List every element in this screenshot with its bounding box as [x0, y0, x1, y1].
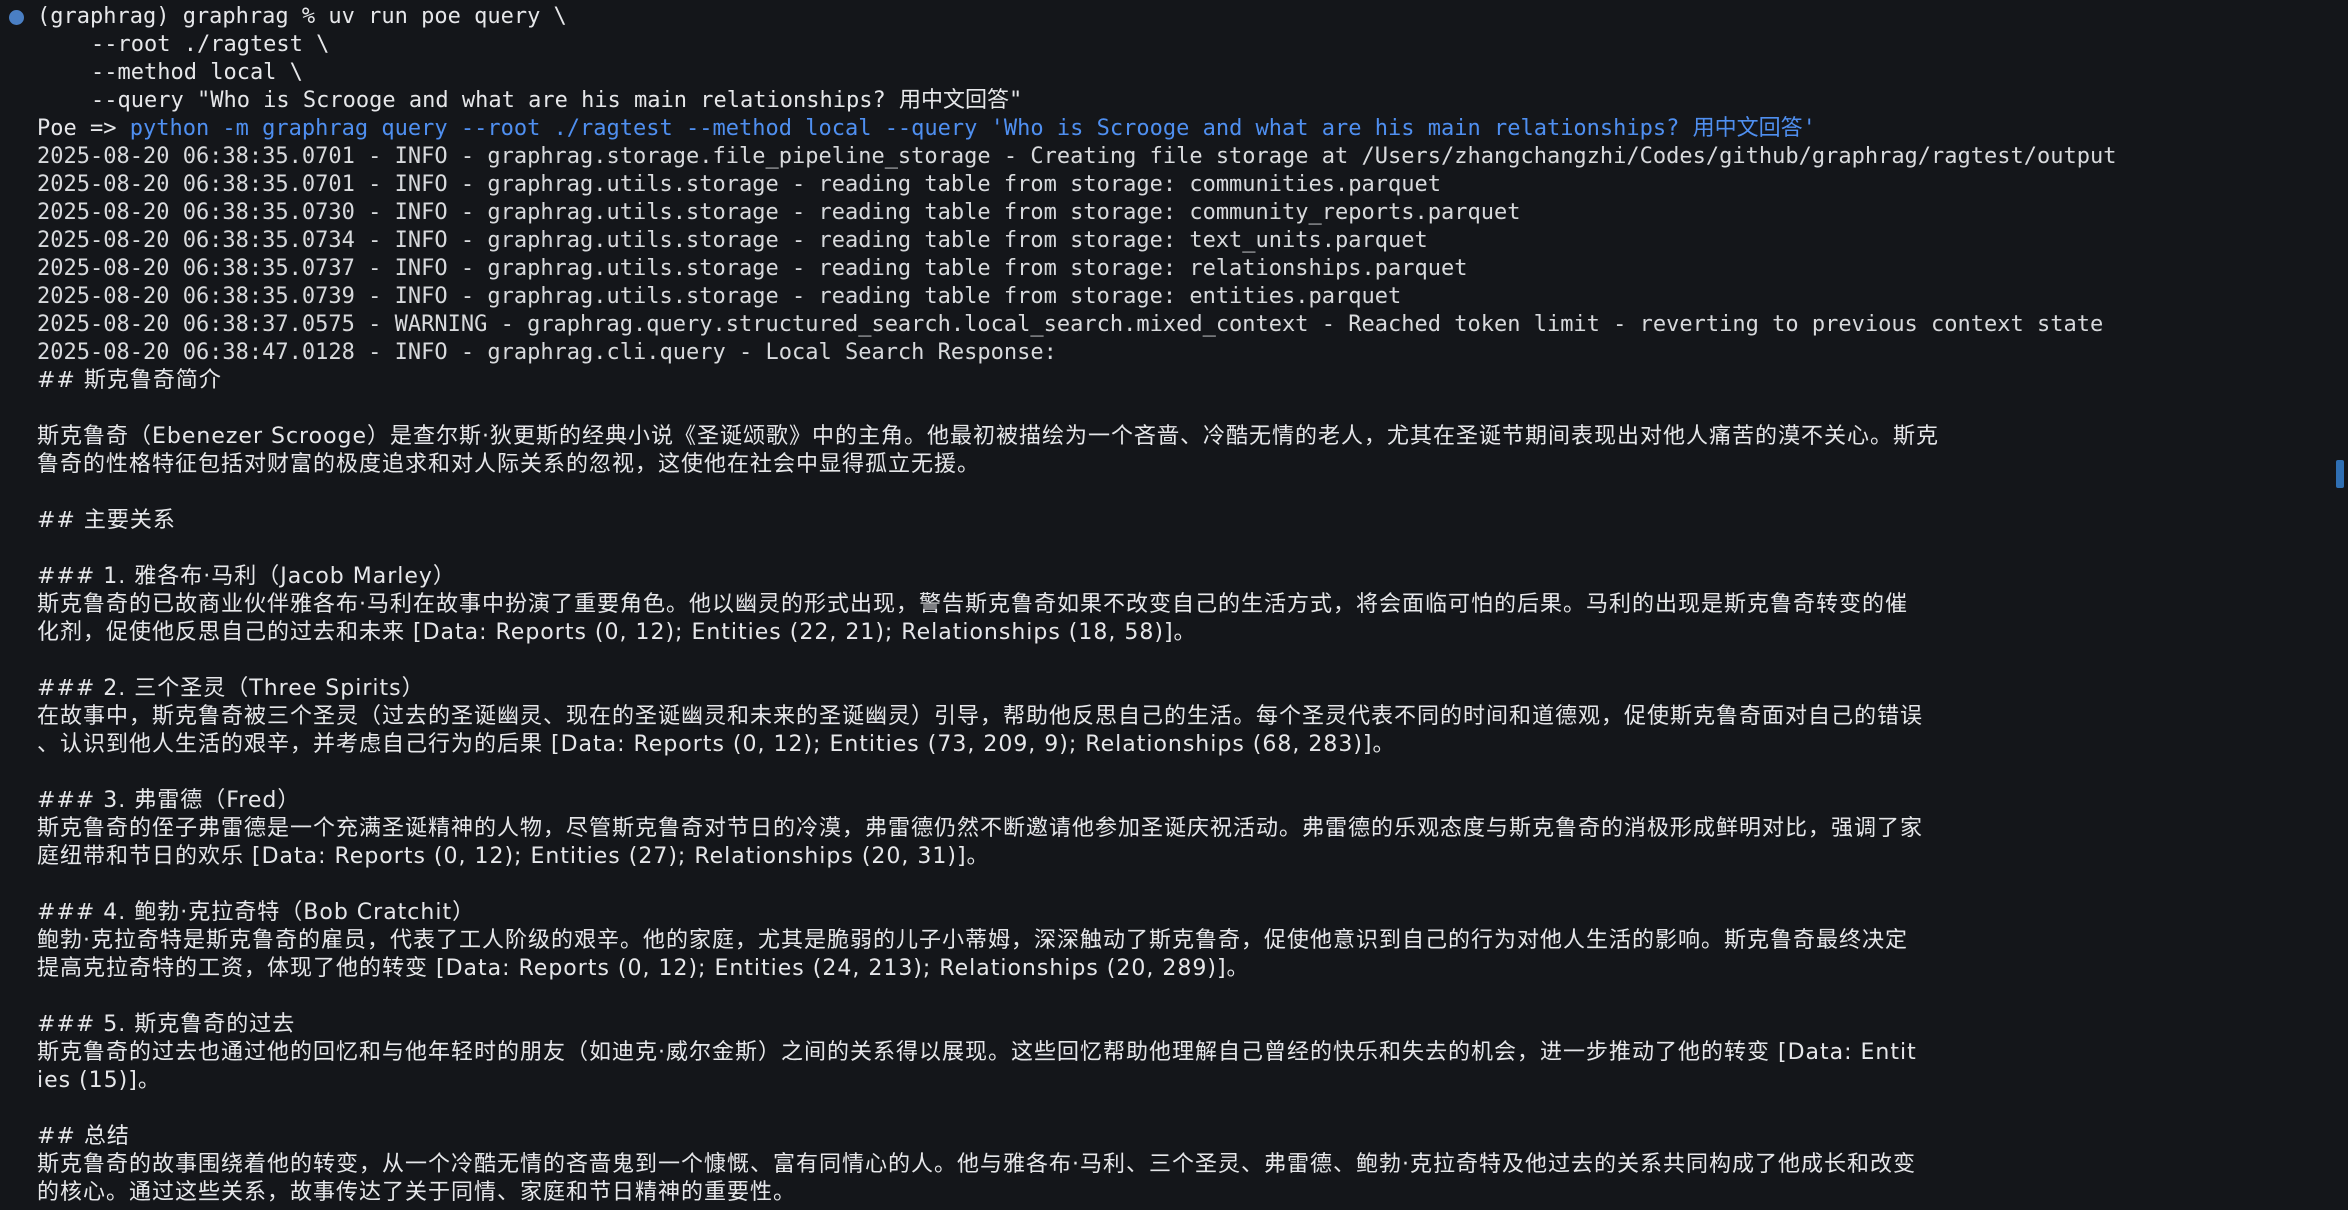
section-line: 在故事中，斯克鲁奇被三个圣灵（过去的圣诞幽灵、现在的圣诞幽灵和未来的圣诞幽灵）引… [37, 704, 1924, 729]
section-line: 鲍勃·克拉奇特是斯克鲁奇的雇员，代表了工人阶级的艰辛。他的家庭，尤其是脆弱的儿子… [37, 928, 1908, 953]
section-line: 斯克鲁奇的过去也通过他的回忆和与他年轻时的朋友（如迪克·威尔金斯）之间的关系得以… [37, 1040, 1917, 1065]
section-heading: ### 1. 雅各布·马利（Jacob Marley） [37, 564, 456, 589]
log-line: 2025-08-20 06:38:35.0701 - INFO - graphr… [37, 144, 2117, 169]
section-heading: ### 3. 弗雷德（Fred） [37, 788, 301, 813]
cmd-continuation-root: --root ./ragtest \ [91, 32, 330, 57]
section-line: 斯克鲁奇的侄子弗雷德是一个充满圣诞精神的人物，尽管斯克鲁奇对节日的冷漠，弗雷德仍… [37, 816, 1924, 841]
section-heading: ### 2. 三个圣灵（Three Spirits） [37, 676, 425, 701]
section-line: 、认识到他人生活的艰辛，并考虑自己行为的后果 [Data: Reports (0… [37, 732, 1396, 757]
log-line: 2025-08-20 06:38:35.0730 - INFO - graphr… [37, 200, 1521, 225]
log-line: 2025-08-20 06:38:35.0737 - INFO - graphr… [37, 256, 1468, 281]
poe-command-line: Poe => python -m graphrag query --root .… [0, 115, 2330, 143]
section-heading: ### 4. 鲍勃·克拉奇特（Bob Cratchit） [37, 900, 476, 925]
log-line: 2025-08-20 06:38:35.0739 - INFO - graphr… [37, 284, 1402, 309]
heading-summary: ## 总结 [37, 1124, 130, 1149]
section-line: 化剂，促使他反思自己的过去和未来 [Data: Reports (0, 12);… [37, 620, 1197, 645]
section-line: 斯克鲁奇的已故商业伙伴雅各布·马利在故事中扮演了重要角色。他以幽灵的形式出现，警… [37, 592, 1908, 617]
section-line: ies (15)]。 [37, 1068, 161, 1093]
cmd-continuation-method: --method local \ [91, 60, 303, 85]
intro-line: 斯克鲁奇（Ebenezer Scrooge）是查尔斯·狄更斯的经典小说《圣诞颂歌… [37, 424, 1940, 449]
log-line-warning: 2025-08-20 06:38:37.0575 - WARNING - gra… [37, 312, 2104, 337]
log-line: 2025-08-20 06:38:47.0128 - INFO - graphr… [37, 340, 1057, 365]
scroll-position-marker[interactable] [2336, 460, 2344, 488]
summary-line: 斯克鲁奇的故事围绕着他的转变，从一个冷酷无情的吝啬鬼到一个慷慨、富有同情心的人。… [37, 1152, 1916, 1177]
scrollbar[interactable] [2330, 0, 2348, 1210]
poe-prefix: Poe => [37, 116, 130, 141]
terminal-window[interactable]: (graphrag) graphrag % uv run poe query \… [0, 0, 2330, 1210]
prompt-status-dot-icon [9, 10, 24, 25]
cmd-continuation-query: --query "Who is Scrooge and what are his… [91, 88, 1023, 113]
summary-line: 的核心。通过这些关系，故事传达了关于同情、家庭和节日精神的重要性。 [37, 1180, 797, 1205]
heading-relations: ## 主要关系 [37, 508, 176, 533]
prompt-line: (graphrag) graphrag % uv run poe query \ [37, 4, 567, 29]
section-heading: ### 5. 斯克鲁奇的过去 [37, 1012, 296, 1037]
log-line: 2025-08-20 06:38:35.0734 - INFO - graphr… [37, 228, 1428, 253]
log-line: 2025-08-20 06:38:35.0701 - INFO - graphr… [37, 172, 1441, 197]
heading-intro: ## 斯克鲁奇简介 [37, 368, 222, 393]
section-line: 提高克拉奇特的工资，体现了他的转变 [Data: Reports (0, 12)… [37, 956, 1250, 981]
section-line: 庭纽带和节日的欢乐 [Data: Reports (0, 12); Entiti… [37, 844, 990, 869]
intro-line: 鲁奇的性格特征包括对财富的极度追求和对人际关系的忽视，这使他在社会中显得孤立无援… [37, 452, 981, 477]
poe-command: python -m graphrag query --root ./ragtes… [129, 116, 1816, 141]
